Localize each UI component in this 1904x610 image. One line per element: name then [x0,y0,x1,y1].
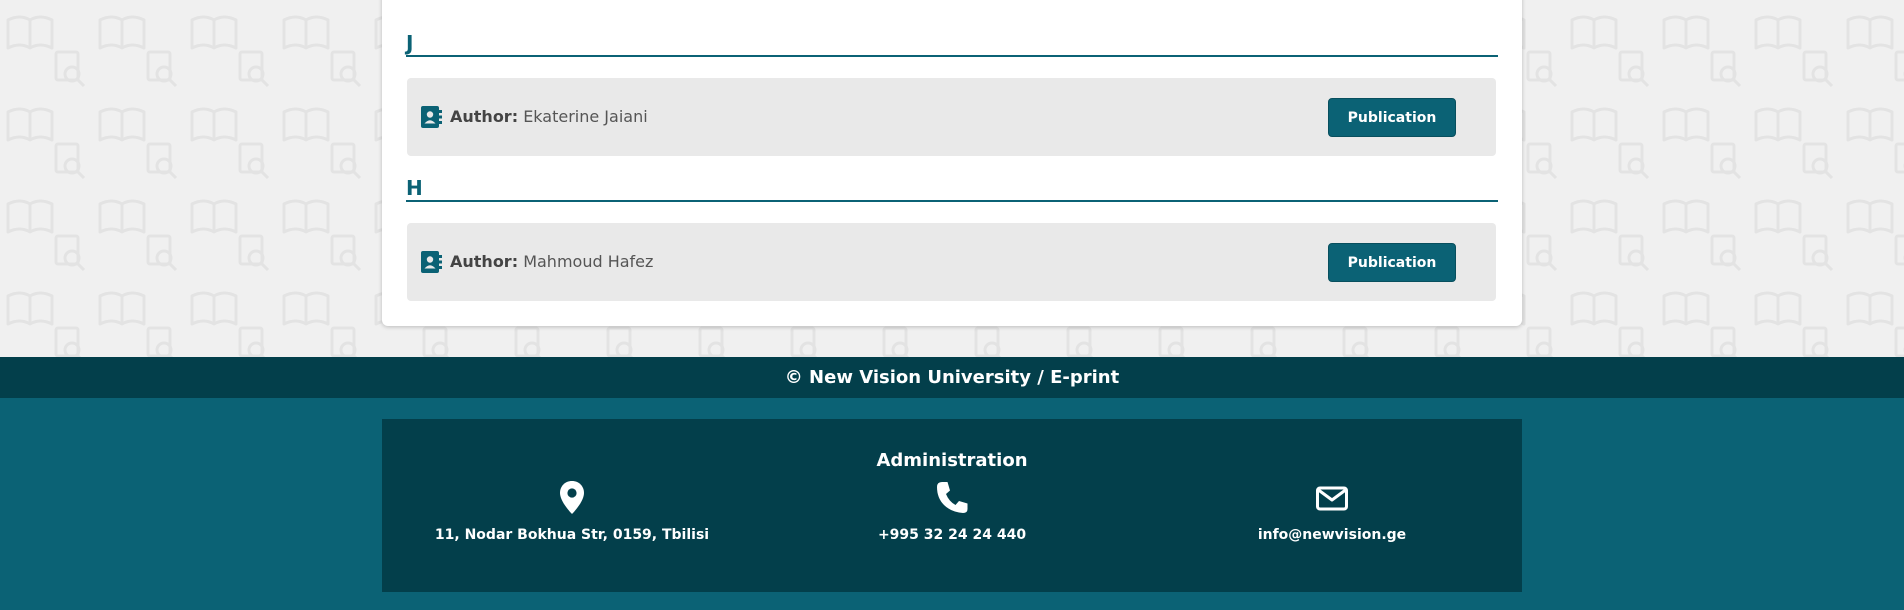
copyright-text: © New Vision University / E-print [784,367,1120,388]
footer: Administration 11, Nodar Bokhua Str, 015… [0,398,1904,610]
envelope-icon [1316,486,1348,511]
location-pin-icon [560,481,584,514]
publication-button[interactable]: Publication [1328,98,1456,137]
author-row: Author: Ekaterine Jaiani Publication [407,78,1496,156]
copyright-bar: © New Vision University / E-print [0,357,1904,398]
phone-text[interactable]: +995 32 24 24 440 [762,526,1142,544]
email-text[interactable]: info@newvision.ge [1142,526,1522,544]
administration-title: Administration [876,450,1028,471]
author-text: Author: Ekaterine Jaiani [450,106,648,128]
letter-heading-h: H [406,177,1498,202]
author-name: Ekaterine Jaiani [523,107,648,126]
phone-column: +995 32 24 24 440 [762,480,1142,544]
publication-button[interactable]: Publication [1328,243,1456,282]
author-name: Mahmoud Hafez [523,252,654,271]
phone-icon [937,482,968,513]
address-column: 11, Nodar Bokhua Str, 0159, Tbilisi [382,480,762,544]
author-text: Author: Mahmoud Hafez [450,251,653,273]
contact-book-icon [421,106,442,128]
author-label: Author: [450,107,519,126]
administration-box: Administration 11, Nodar Bokhua Str, 015… [382,419,1522,592]
contact-book-icon [421,251,442,273]
email-column: info@newvision.ge [1142,480,1522,544]
address-text: 11, Nodar Bokhua Str, 0159, Tbilisi [434,527,710,543]
letter-heading-j: J [406,32,1498,57]
author-label: Author: [450,252,519,271]
author-row: Author: Mahmoud Hafez Publication [407,223,1496,301]
